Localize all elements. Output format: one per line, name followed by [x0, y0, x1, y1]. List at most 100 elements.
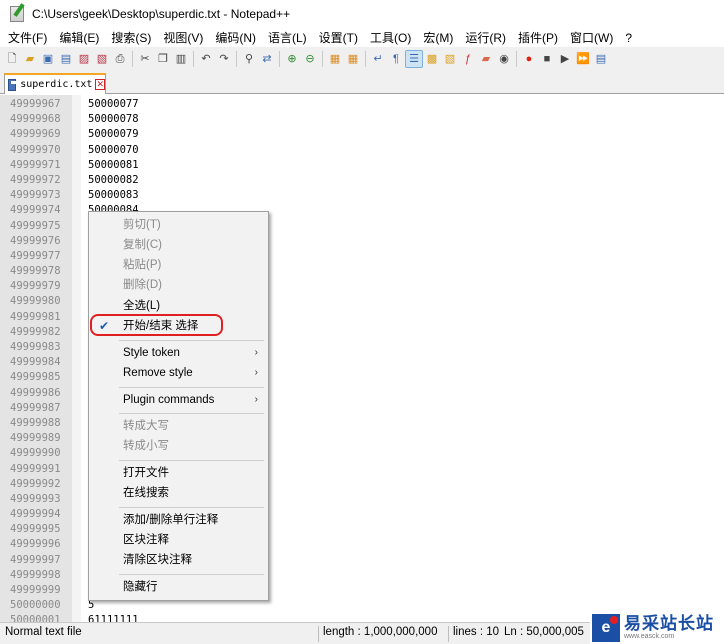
window-title: C:\Users\geek\Desktop\superdic.txt - Not…	[32, 7, 291, 21]
line-content: 50000083	[88, 189, 139, 202]
menu-settings[interactable]: 设置(T)	[313, 29, 364, 46]
user-language-icon[interactable]: ▩	[424, 51, 440, 67]
menu-item-paste[interactable]: 粘贴(P)	[89, 255, 268, 275]
editor-line: 49999972 50000082	[0, 173, 139, 188]
menu-edit[interactable]: 编辑(E)	[53, 29, 105, 46]
editor-line: 49999967 50000077	[0, 97, 139, 112]
play-macro-icon[interactable]: ▶	[557, 51, 573, 67]
menu-item-search-online[interactable]: 在线搜索	[89, 483, 268, 503]
new-file-icon[interactable]: 🗋	[4, 51, 20, 67]
toolbar-separator	[322, 50, 323, 67]
status-lines: lines : 10	[453, 626, 500, 638]
status-divider	[448, 626, 449, 642]
folder-workspace-icon[interactable]: ▰	[478, 51, 494, 67]
line-content: 50000078	[88, 113, 139, 126]
menu-macro[interactable]: 宏(M)	[417, 29, 459, 46]
status-position: Ln : 50,000,005	[504, 626, 584, 638]
line-number: 49999971	[10, 158, 61, 171]
editor-line: 49999968 50000078	[0, 112, 139, 127]
toolbar-separator	[365, 50, 366, 67]
menu-plugins[interactable]: 插件(P)	[512, 29, 564, 46]
paste-icon[interactable]: ▥	[173, 51, 189, 67]
menu-language[interactable]: 语言(L)	[262, 29, 313, 46]
menu-item-clear-block-comment[interactable]: 清除区块注释	[89, 550, 268, 570]
menu-run[interactable]: 运行(R)	[459, 29, 512, 46]
line-number: 49999973	[10, 189, 61, 202]
menu-item-cut[interactable]: 剪切(T)	[89, 215, 268, 235]
save-icon[interactable]: ▣	[40, 51, 56, 67]
line-number: 49999979	[10, 280, 61, 293]
watermark-url: www.easck.com	[624, 633, 675, 640]
line-number: 49999968	[10, 113, 61, 126]
open-file-icon[interactable]: ▰	[22, 51, 38, 67]
close-icon[interactable]: ✕	[95, 79, 105, 90]
undo-icon[interactable]: ↶	[198, 51, 214, 67]
toolbar-separator	[516, 50, 517, 67]
menu-item-style-token[interactable]: Style token ›	[89, 343, 268, 363]
line-number: 49999990	[10, 447, 61, 460]
doc-map-icon[interactable]: ▧	[442, 51, 458, 67]
status-divider	[318, 626, 319, 642]
run-macro-multiple-icon[interactable]: ⏩	[575, 51, 591, 67]
line-number: 50000001	[10, 614, 61, 622]
close-icon[interactable]: ▨	[76, 51, 92, 67]
menu-encoding[interactable]: 编码(N)	[209, 29, 262, 46]
menu-item-to-upper[interactable]: 转成大写	[89, 416, 268, 436]
menu-item-toggle-line-comment[interactable]: 添加/删除单行注释	[89, 510, 268, 530]
function-list-icon[interactable]: ƒ	[460, 51, 476, 67]
indent-guide-icon[interactable]: ☰	[405, 49, 423, 68]
line-number: 50000000	[10, 599, 61, 612]
record-macro-icon[interactable]: ●	[521, 51, 537, 67]
sync-vertical-icon[interactable]: ▦	[327, 51, 343, 67]
copy-icon[interactable]: ❐	[155, 51, 171, 67]
print-icon[interactable]: ⎙	[112, 51, 128, 67]
menu-item-label: Plugin commands	[123, 394, 215, 406]
zoom-out-icon[interactable]: ⊖	[302, 51, 318, 67]
menu-item-label: Style token	[123, 347, 180, 359]
redo-icon[interactable]: ↷	[216, 51, 232, 67]
toolbar-separator	[193, 50, 194, 67]
show-all-chars-icon[interactable]: ¶	[388, 51, 404, 67]
title-bar: C:\Users\geek\Desktop\superdic.txt - Not…	[0, 0, 724, 28]
close-all-icon[interactable]: ▧	[94, 51, 110, 67]
monitor-icon[interactable]: ◉	[496, 51, 512, 67]
menu-separator	[119, 460, 264, 461]
menu-search[interactable]: 搜索(S)	[105, 29, 157, 46]
cut-icon[interactable]: ✂	[137, 51, 153, 67]
menu-item-open-file[interactable]: 打开文件	[89, 463, 268, 483]
toolbar-separator	[236, 50, 237, 67]
replace-icon[interactable]: ⇄	[259, 51, 275, 67]
line-number: 49999989	[10, 432, 61, 445]
menu-item-select-all[interactable]: 全选(L)	[89, 296, 268, 316]
tab-superdic[interactable]: superdic.txt ✕	[4, 73, 106, 94]
word-wrap-icon[interactable]: ↵	[370, 51, 386, 67]
line-number: 49999993	[10, 492, 61, 505]
save-all-icon[interactable]: ▤	[58, 51, 74, 67]
zoom-in-icon[interactable]: ⊕	[284, 51, 300, 67]
editor-line: 49999969 50000079	[0, 127, 139, 142]
watermark-name: 易采站长站	[624, 614, 714, 633]
menu-file[interactable]: 文件(F)	[2, 29, 53, 46]
line-number: 49999987	[10, 401, 61, 414]
menu-item-copy[interactable]: 复制(C)	[89, 235, 268, 255]
sync-horizontal-icon[interactable]: ▦	[345, 51, 361, 67]
menu-tools[interactable]: 工具(O)	[364, 29, 417, 46]
menu-help[interactable]: ?	[619, 31, 638, 45]
stop-macro-icon[interactable]: ■	[539, 51, 555, 67]
editor-line: 50000001 61111111	[0, 613, 139, 622]
menu-item-label: Remove style	[123, 367, 193, 379]
menu-item-hide-lines[interactable]: 隐藏行	[89, 577, 268, 597]
menu-item-plugin-commands[interactable]: Plugin commands ›	[89, 390, 268, 410]
menu-view[interactable]: 视图(V)	[157, 29, 209, 46]
submenu-arrow-icon: ›	[254, 394, 258, 405]
menu-bar: 文件(F) 编辑(E) 搜索(S) 视图(V) 编码(N) 语言(L) 设置(T…	[0, 28, 724, 47]
find-icon[interactable]: ⚲	[241, 51, 257, 67]
save-macro-icon[interactable]: ▤	[593, 51, 609, 67]
menu-item-remove-style[interactable]: Remove style ›	[89, 363, 268, 383]
menu-window[interactable]: 窗口(W)	[564, 29, 619, 46]
editor-line: 49999970 50000070	[0, 143, 139, 158]
menu-item-block-comment[interactable]: 区块注释	[89, 530, 268, 550]
menu-item-to-lower[interactable]: 转成小写	[89, 436, 268, 456]
menu-item-delete[interactable]: 删除(D)	[89, 275, 268, 295]
line-number: 49999976	[10, 234, 61, 247]
